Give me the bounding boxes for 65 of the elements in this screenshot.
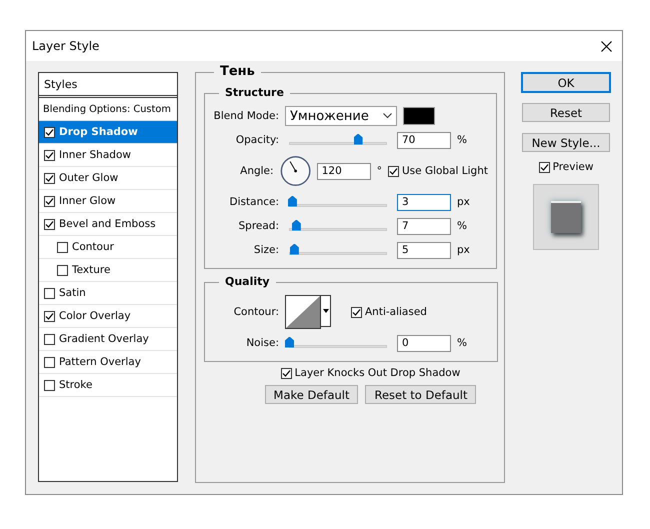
checkbox[interactable] [57, 242, 68, 252]
checkbox[interactable] [44, 172, 55, 184]
square-preview-icon [551, 201, 581, 233]
slider[interactable] [289, 134, 387, 146]
group-title: Structure [219, 86, 290, 99]
slider-thumb[interactable] [354, 134, 363, 144]
checkbox[interactable] [44, 126, 55, 138]
slider-thumb[interactable] [288, 196, 297, 206]
checkbox[interactable] [44, 356, 55, 368]
checkbox[interactable] [44, 334, 55, 344]
color-swatch[interactable] [403, 107, 435, 125]
dialog-button[interactable]: Reset [522, 103, 610, 122]
dialog-button[interactable]: New Style... [522, 133, 610, 152]
checkbox-label[interactable]: Preview [538, 161, 594, 173]
slider[interactable] [289, 220, 387, 232]
slider-thumb[interactable] [285, 336, 294, 348]
checkbox[interactable] [57, 264, 68, 276]
field-label: Size: [252, 244, 279, 256]
unit-label: % [457, 337, 467, 349]
checkbox[interactable] [44, 288, 55, 298]
checkbox[interactable] [44, 150, 55, 160]
field-label: Noise: [245, 337, 279, 349]
blend-mode-dropdown[interactable]: Умножение [285, 106, 397, 126]
field-label: Opacity: [234, 134, 279, 146]
checkbox-label[interactable]: Use Global Light [388, 165, 488, 177]
number-field[interactable]: 5 [397, 242, 451, 258]
slider-thumb[interactable] [290, 244, 299, 254]
unit-label: px [457, 196, 470, 208]
checkbox[interactable] [280, 368, 292, 378]
number-field[interactable]: 7 [397, 218, 451, 234]
checkbox-label[interactable]: Layer Knocks Out Drop Shadow [280, 367, 460, 379]
slider[interactable] [289, 196, 387, 208]
chevron-icon [383, 113, 392, 119]
unit-label: % [457, 134, 467, 146]
checkbox-label[interactable]: Anti-aliased [351, 306, 427, 318]
checkbox[interactable] [44, 380, 55, 390]
field-label: Distance: [228, 196, 279, 208]
angle-dial[interactable] [280, 154, 311, 188]
checkbox[interactable] [388, 166, 399, 176]
number-field[interactable]: 120 [316, 162, 371, 180]
slider[interactable] [289, 244, 387, 256]
field-label: Contour: [232, 306, 279, 318]
checkbox[interactable] [44, 218, 55, 230]
number-field[interactable]: 70 [397, 132, 451, 148]
field-label: Blend Mode: [213, 110, 279, 122]
list-item[interactable]: Drop Shadow [39, 121, 177, 144]
unit-label: ° [376, 165, 382, 177]
checkbox[interactable] [538, 162, 550, 172]
unit-label: % [457, 220, 467, 232]
checkbox[interactable] [44, 310, 55, 322]
window-title: Layer Style [32, 39, 100, 53]
dialog-button[interactable]: Reset to Default [365, 385, 476, 404]
number-field[interactable]: 0 [397, 334, 451, 352]
dialog-button[interactable]: OK [522, 73, 610, 92]
field-label: Angle: [239, 165, 274, 177]
close-icon[interactable] [601, 40, 612, 52]
checkbox[interactable] [351, 306, 362, 318]
group-title: Quality [219, 275, 276, 288]
unit-label: px [457, 244, 470, 256]
checkbox[interactable] [44, 196, 55, 206]
dialog-button[interactable]: Make Default [264, 385, 358, 404]
number-field[interactable]: 3 [397, 194, 451, 210]
field-label: Spread: [237, 220, 279, 232]
slider-thumb[interactable] [292, 220, 301, 230]
contour-curve-icon[interactable] [285, 295, 321, 329]
